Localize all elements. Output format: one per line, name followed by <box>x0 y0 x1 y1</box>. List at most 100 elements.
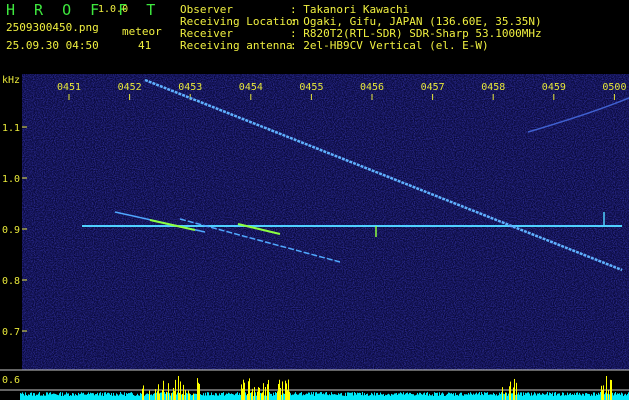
power-bar <box>21 393 22 400</box>
power-bar <box>343 395 344 400</box>
power-bar <box>257 391 258 400</box>
power-bar <box>201 394 202 400</box>
power-bar <box>65 394 66 400</box>
time-tick-label: 0458 <box>481 82 505 93</box>
power-bar <box>291 395 292 400</box>
spectrogram-noise <box>22 74 629 370</box>
power-bar <box>565 394 566 400</box>
power-bar <box>374 392 375 400</box>
power-bar <box>219 393 220 400</box>
power-bar <box>545 394 546 400</box>
power-bar <box>137 393 138 400</box>
power-bar <box>479 392 480 400</box>
power-bar <box>310 394 311 400</box>
power-bar <box>159 393 160 400</box>
power-bar <box>592 395 593 400</box>
power-bar <box>440 395 441 400</box>
power-bar <box>277 391 278 400</box>
power-bar <box>209 395 210 400</box>
power-bar <box>84 394 85 400</box>
power-bar <box>328 395 329 400</box>
power-bar <box>552 392 553 400</box>
power-bar <box>143 385 144 400</box>
power-bar <box>79 394 80 400</box>
power-bar <box>471 393 472 400</box>
power-bar <box>23 393 24 400</box>
power-bar <box>385 394 386 400</box>
power-bar <box>533 394 534 400</box>
power-bar <box>590 395 591 400</box>
power-bar <box>500 394 501 400</box>
power-bar <box>282 381 283 400</box>
power-bar <box>165 393 166 400</box>
power-bar <box>417 393 418 400</box>
freq-tick-label: 0.8 <box>2 276 20 287</box>
power-bar <box>618 393 619 400</box>
power-bar <box>272 395 273 400</box>
power-bar <box>317 393 318 400</box>
power-bar <box>392 394 393 400</box>
power-bar <box>540 394 541 400</box>
power-bar <box>32 395 33 400</box>
power-bar <box>299 393 300 400</box>
power-bar <box>345 392 346 400</box>
power-bar <box>473 393 474 400</box>
power-bar <box>515 394 516 400</box>
power-bar <box>180 381 181 400</box>
power-bar <box>216 393 217 400</box>
power-bar <box>529 393 530 400</box>
power-bar <box>369 395 370 400</box>
power-bar <box>90 392 91 400</box>
power-bar <box>400 392 401 400</box>
power-bar <box>295 392 296 400</box>
power-bar <box>455 392 456 400</box>
power-bar <box>208 392 209 400</box>
power-bar <box>327 394 328 400</box>
power-bar <box>58 395 59 400</box>
power-bar <box>347 392 348 400</box>
power-bar <box>365 394 366 400</box>
power-bar <box>315 392 316 400</box>
power-bar <box>569 393 570 400</box>
power-bar <box>353 395 354 400</box>
power-bar <box>206 395 207 400</box>
power-bar <box>100 392 101 400</box>
power-bar <box>50 392 51 400</box>
power-bar <box>109 393 110 400</box>
power-bar <box>518 392 519 400</box>
power-bar <box>77 395 78 400</box>
freq-tick-label: 1.0 <box>2 174 20 185</box>
power-bar <box>230 394 231 400</box>
power-bar <box>42 395 43 400</box>
power-bar <box>114 395 115 400</box>
power-bar <box>395 393 396 400</box>
power-bar <box>393 394 394 400</box>
power-bar <box>62 392 63 400</box>
power-bar <box>626 395 627 400</box>
power-bar <box>378 394 379 400</box>
power-bar <box>337 395 338 400</box>
power-bar <box>526 393 527 400</box>
power-bar <box>615 392 616 400</box>
power-bar <box>232 394 233 400</box>
power-bar <box>429 393 430 400</box>
power-bar <box>231 393 232 400</box>
power-bar <box>175 379 176 400</box>
power-bar <box>133 394 134 400</box>
power-bar <box>559 393 560 400</box>
power-bar <box>207 392 208 400</box>
power-bar <box>336 394 337 400</box>
power-bar <box>284 393 285 400</box>
power-bar <box>472 394 473 400</box>
power-bar <box>447 393 448 400</box>
power-bar <box>530 395 531 400</box>
power-bar <box>105 392 106 400</box>
power-bar <box>189 393 190 400</box>
power-bar <box>519 394 520 400</box>
power-bar <box>422 394 423 400</box>
power-bar <box>625 393 626 400</box>
power-bar <box>306 393 307 400</box>
power-bar <box>551 393 552 400</box>
power-bar <box>481 392 482 400</box>
power-bar <box>119 394 120 400</box>
